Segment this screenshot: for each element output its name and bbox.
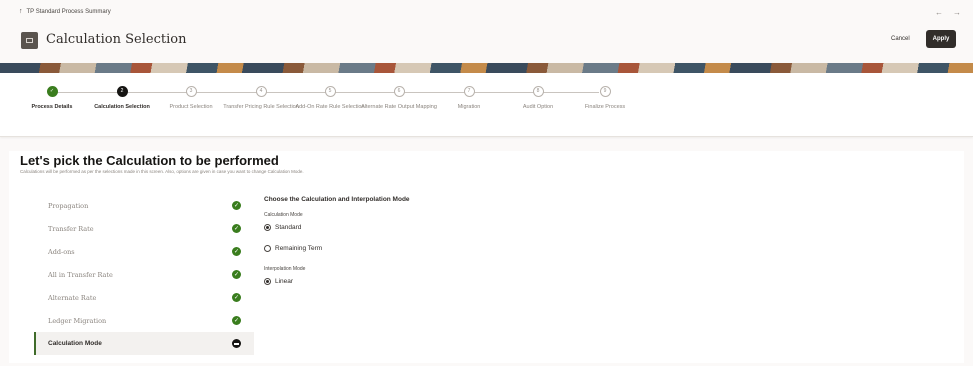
step-number: 3	[185, 86, 197, 97]
page-title: Calculation Selection	[46, 32, 187, 47]
nav-arrows: ← →	[935, 8, 961, 17]
detail-title: Choose the Calculation and Interpolation…	[264, 196, 410, 203]
calculation-label: Transfer Rate	[48, 224, 94, 233]
radio-label: Linear	[275, 278, 294, 285]
check-icon: ✓	[232, 293, 241, 302]
calculation-mode-group: Standard Remaining Term	[264, 224, 664, 252]
train-step-label: Process Details	[31, 104, 73, 110]
title-row: Calculation Selection Cancel Apply	[21, 30, 961, 52]
step-number: 6	[393, 86, 405, 97]
breadcrumb-label[interactable]: TP Standard Process Summary	[27, 9, 111, 15]
train-step-label: Finalize Process	[584, 104, 626, 110]
train-step[interactable]: 2 Calculation Selection	[83, 86, 161, 111]
interpolation-mode-group: Linear	[264, 278, 664, 285]
train-step[interactable]: 5 Add-On Rate Rule Selection	[291, 86, 369, 111]
step-number: 9	[599, 86, 611, 97]
train-step-label: Transfer Pricing Rule Selection	[223, 104, 299, 110]
section-subtext: Calculations will be performed as per th…	[20, 169, 304, 174]
step-number: 8	[532, 86, 544, 97]
step-number: 4	[255, 86, 267, 97]
calculation-label: Propagation	[48, 201, 89, 210]
decorative-banner	[0, 63, 973, 73]
breadcrumb[interactable]: ↑ TP Standard Process Summary	[19, 8, 111, 15]
forward-arrow-icon[interactable]: →	[953, 8, 961, 17]
back-arrow-icon[interactable]: ←	[935, 8, 943, 17]
train-step[interactable]: 3 Product Selection	[152, 86, 230, 111]
train-step-label: Migration	[457, 104, 481, 110]
train-step-label: Add-On Rate Rule Selection	[295, 104, 365, 110]
train-step[interactable]: 6 Alternate Rate Output Mapping	[360, 86, 438, 111]
calculation-list-item[interactable]: Calculation Mode	[34, 332, 254, 355]
in-progress-icon	[232, 339, 241, 348]
main-panel: Let's pick the Calculation to be perform…	[9, 151, 964, 363]
train-step[interactable]: 7 Migration	[430, 86, 508, 111]
train-step-label: Alternate Rate Output Mapping	[361, 104, 437, 110]
cancel-button[interactable]: Cancel	[891, 36, 910, 42]
calculation-list-item[interactable]: Transfer Rate ✓	[34, 217, 254, 240]
step-number: 7	[463, 86, 475, 97]
radio-circle[interactable]	[264, 278, 271, 285]
check-icon: ✓	[232, 270, 241, 279]
step-number: 2	[116, 86, 128, 97]
calculation-list-item[interactable]: Ledger Migration ✓	[34, 309, 254, 332]
radio-circle[interactable]	[264, 245, 271, 252]
interpolation-mode-label: Interpolation Mode	[264, 266, 306, 272]
calculation-label: Calculation Mode	[48, 340, 102, 347]
calculation-list-item[interactable]: All in Transfer Rate ✓	[34, 263, 254, 286]
apply-button[interactable]: Apply	[926, 30, 956, 48]
calculation-label: All in Transfer Rate	[48, 270, 113, 279]
calculation-mode-radio[interactable]: Standard	[264, 224, 664, 231]
calculation-list-item[interactable]: Alternate Rate ✓	[34, 286, 254, 309]
train-step[interactable]: 4 Transfer Pricing Rule Selection	[222, 86, 300, 111]
calculation-label: Alternate Rate	[48, 293, 97, 302]
check-icon: ✓	[232, 201, 241, 210]
interpolation-mode-radio[interactable]: Linear	[264, 278, 664, 285]
calculation-list-item[interactable]: Propagation ✓	[34, 194, 254, 217]
check-icon: ✓	[46, 86, 58, 97]
detail-pane: Choose the Calculation and Interpolation…	[264, 196, 664, 285]
calculation-label: Add-ons	[48, 247, 75, 256]
radio-label: Remaining Term	[275, 245, 323, 252]
calculation-mode-radio[interactable]: Remaining Term	[264, 245, 664, 252]
page-icon	[21, 32, 38, 49]
calculation-label: Ledger Migration	[48, 316, 107, 325]
calculation-mode-label: Calculation Mode	[264, 212, 303, 218]
process-train: ✓ Process Details 2 Calculation Selection 3 P…	[0, 73, 973, 137]
train-step[interactable]: 9 Finalize Process	[566, 86, 644, 111]
train-step-label: Calculation Selection	[94, 104, 150, 110]
calculation-list: Propagation ✓ Transfer Rate ✓ Add-ons ✓ All in…	[34, 194, 254, 355]
check-icon: ✓	[232, 316, 241, 325]
top-bar: ↑ TP Standard Process Summary ← →	[0, 0, 973, 24]
radio-circle[interactable]	[264, 224, 271, 231]
calculation-list-item[interactable]: Add-ons ✓	[34, 240, 254, 263]
train-step[interactable]: ✓ Process Details	[13, 86, 91, 111]
section-heading: Let's pick the Calculation to be perform…	[20, 153, 279, 168]
check-icon: ✓	[232, 247, 241, 256]
train-step-label: Product Selection	[169, 104, 213, 110]
radio-label: Standard	[275, 224, 302, 231]
step-number: 5	[324, 86, 336, 97]
check-icon: ✓	[232, 224, 241, 233]
up-arrow-icon[interactable]: ↑	[19, 8, 23, 15]
